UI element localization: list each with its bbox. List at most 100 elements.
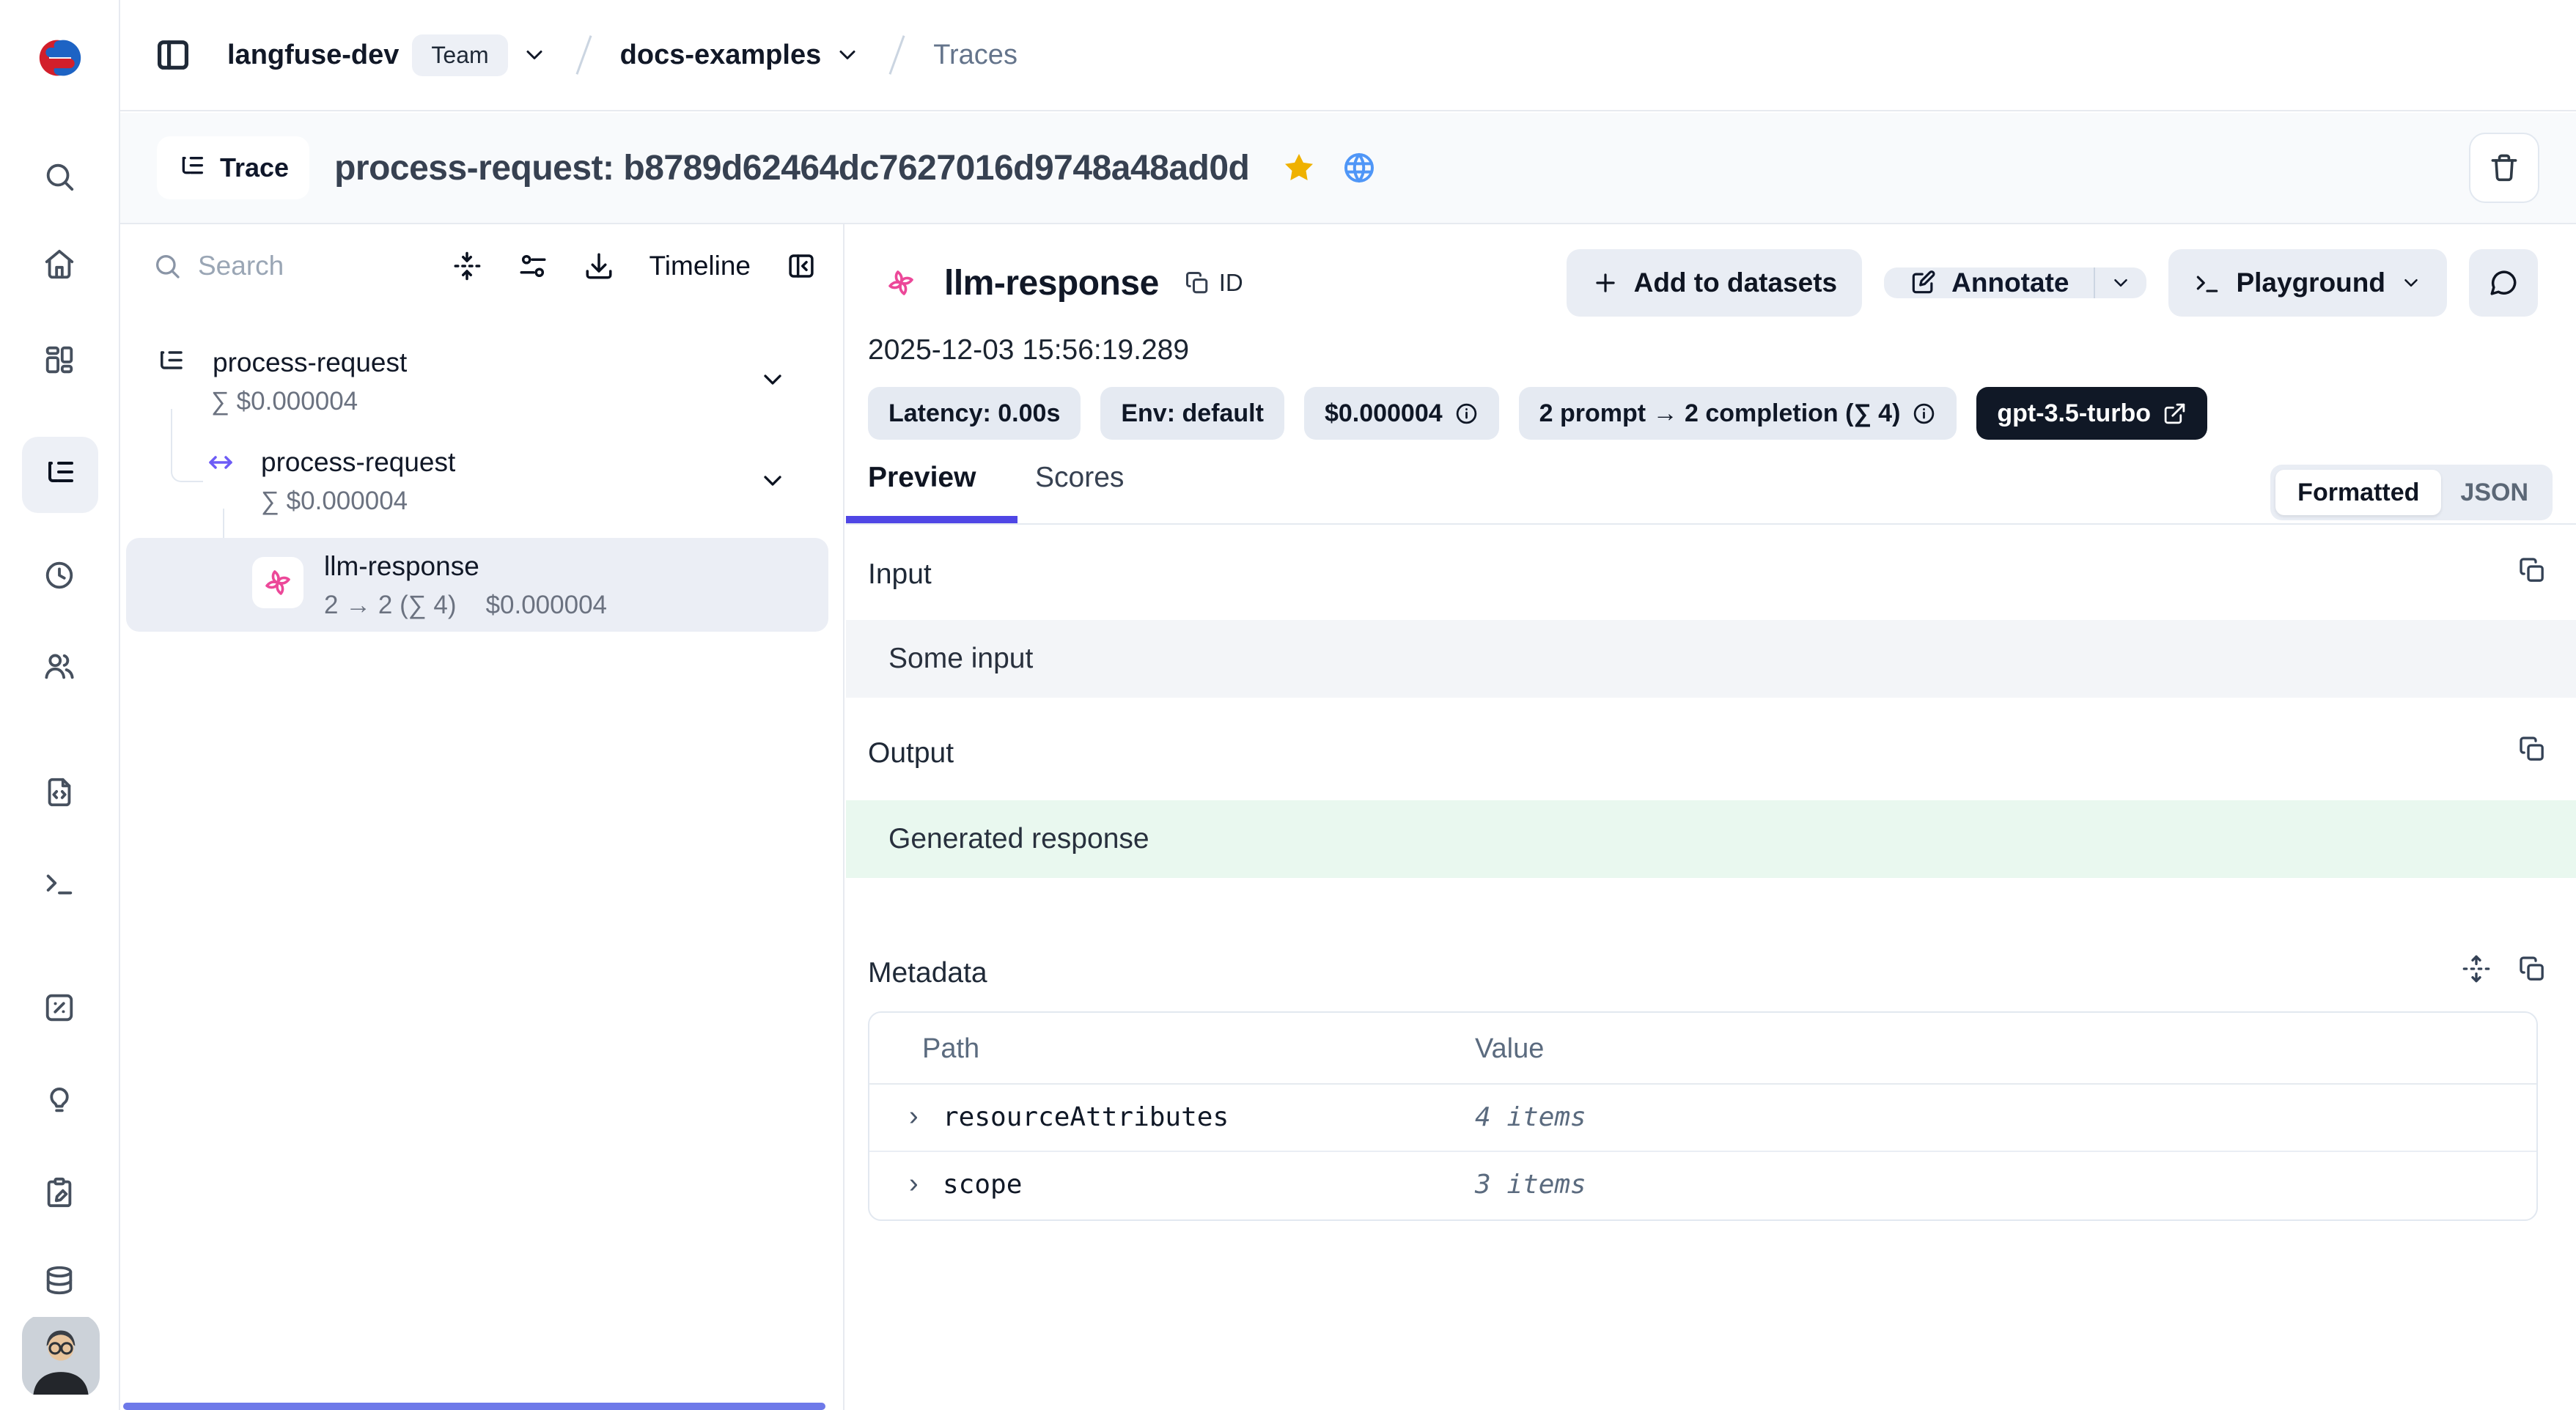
tree-hscrollbar[interactable] bbox=[120, 1403, 843, 1410]
copy-metadata-button[interactable] bbox=[2517, 954, 2547, 983]
tree-settings-icon[interactable] bbox=[518, 251, 548, 281]
copy-input-button[interactable] bbox=[2517, 555, 2547, 585]
annotate-dropdown-chevron[interactable] bbox=[2095, 267, 2146, 298]
copy-output-button[interactable] bbox=[2517, 734, 2547, 764]
output-content: Generated response bbox=[846, 800, 2576, 878]
model-badge[interactable]: gpt-3.5-turbo bbox=[1976, 387, 2207, 440]
user-avatar[interactable] bbox=[22, 1315, 100, 1397]
annotate-button[interactable]: Annotate bbox=[1884, 267, 2094, 298]
chevron-down-icon bbox=[2400, 272, 2422, 294]
metadata-row-resource-attributes[interactable]: › resourceAttributes 4 items bbox=[869, 1085, 2536, 1152]
edit-icon bbox=[1909, 269, 1937, 297]
formatted-option[interactable]: Formatted bbox=[2275, 470, 2441, 515]
tree-search-input[interactable] bbox=[198, 251, 359, 281]
collapse-all-icon[interactable] bbox=[452, 251, 482, 281]
input-content: Some input bbox=[846, 620, 2576, 698]
delete-trace-button[interactable] bbox=[2469, 133, 2539, 203]
breadcrumb: langfuse-dev Team docs-examples Traces bbox=[120, 0, 2576, 111]
breadcrumb-section[interactable]: Traces bbox=[933, 40, 1017, 71]
metadata-row-scope[interactable]: › scope 3 items bbox=[869, 1152, 2536, 1219]
tree-search[interactable] bbox=[152, 251, 359, 281]
observation-timestamp: 2025-12-03 15:56:19.289 bbox=[868, 334, 1189, 366]
comments-button[interactable] bbox=[2469, 249, 2538, 317]
collapse-node-chevron[interactable] bbox=[758, 466, 787, 495]
org-switcher[interactable]: langfuse-dev Team bbox=[214, 34, 548, 76]
download-icon[interactable] bbox=[584, 251, 614, 281]
expand-row-chevron[interactable]: › bbox=[909, 1101, 919, 1132]
terminal-icon bbox=[2193, 269, 2221, 297]
node-cost: ∑ $0.000004 bbox=[261, 487, 455, 516]
annotation-queues-nav-icon[interactable] bbox=[43, 1175, 76, 1209]
public-globe-icon[interactable] bbox=[1342, 150, 1377, 185]
list-tree-icon bbox=[155, 347, 186, 378]
trace-type-badge: Trace bbox=[157, 136, 309, 199]
users-nav-icon[interactable] bbox=[43, 649, 76, 683]
active-tab-indicator bbox=[846, 516, 1017, 523]
metadata-table-header: Path Value bbox=[869, 1013, 2536, 1085]
search-nav-icon[interactable] bbox=[43, 160, 76, 193]
node-usage: 2 → 2 (∑ 4) bbox=[324, 591, 457, 620]
copy-id-button[interactable]: ID bbox=[1184, 269, 1243, 297]
prompts-nav-icon[interactable] bbox=[43, 775, 76, 809]
generation-icon-tile bbox=[252, 557, 303, 608]
left-nav-rail bbox=[0, 0, 120, 1410]
generation-sparkle-icon bbox=[884, 266, 918, 300]
breadcrumb-separator bbox=[575, 35, 592, 75]
insights-nav-icon[interactable] bbox=[43, 1083, 76, 1117]
tab-scores[interactable]: Scores bbox=[1035, 462, 1124, 494]
token-usage-badge[interactable]: 2 prompt → 2 completion (∑ 4) bbox=[1519, 387, 1957, 440]
tree-node-span[interactable]: process-request ∑ $0.000004 bbox=[205, 447, 455, 516]
project-name: docs-examples bbox=[620, 40, 822, 71]
generation-sparkle-icon bbox=[261, 566, 295, 599]
list-tree-icon bbox=[177, 153, 207, 182]
node-cost: ∑ $0.000004 bbox=[211, 387, 407, 416]
tree-node-generation-selected[interactable]: llm-response 2 → 2 (∑ 4) $0.000004 bbox=[126, 538, 828, 632]
external-link-icon bbox=[2163, 402, 2187, 426]
sessions-nav-icon[interactable] bbox=[43, 558, 76, 592]
detail-actions: Add to datasets Annotate Playground bbox=[1567, 249, 2538, 317]
collapse-panel-icon[interactable] bbox=[786, 251, 817, 281]
column-value: Value bbox=[1475, 1033, 1544, 1065]
expand-metadata-button[interactable] bbox=[2462, 954, 2491, 983]
evaluation-nav-icon[interactable] bbox=[43, 991, 76, 1025]
chat-bubble-icon bbox=[2488, 267, 2519, 298]
list-tree-icon bbox=[43, 457, 78, 492]
observation-title: llm-response bbox=[944, 263, 1159, 303]
plus-icon bbox=[1591, 269, 1619, 297]
annotate-split-button: Annotate bbox=[1884, 267, 2146, 298]
trace-title: process-request: b8789d62464dc7627016d97… bbox=[334, 148, 1249, 188]
cost-badge[interactable]: $0.000004 bbox=[1304, 387, 1499, 440]
node-cost: $0.000004 bbox=[486, 591, 607, 620]
sidebar-toggle-icon[interactable] bbox=[154, 36, 192, 74]
metadata-table: Path Value › resourceAttributes 4 items … bbox=[868, 1011, 2538, 1221]
dashboards-nav-icon[interactable] bbox=[43, 343, 76, 377]
home-nav-icon[interactable] bbox=[43, 248, 76, 281]
trace-header-bar: Trace process-request: b8789d62464dc7627… bbox=[120, 113, 2576, 224]
json-option[interactable]: JSON bbox=[2441, 479, 2547, 507]
format-toggle: Formatted JSON bbox=[2270, 465, 2553, 520]
chevron-down-icon bbox=[834, 42, 861, 68]
org-plan-badge: Team bbox=[412, 34, 507, 76]
info-icon bbox=[1912, 402, 1936, 426]
tree-connector bbox=[171, 409, 203, 482]
chevron-down-icon bbox=[521, 42, 548, 68]
info-icon bbox=[1454, 402, 1479, 426]
project-switcher[interactable]: docs-examples bbox=[620, 40, 861, 71]
metric-badges-row: Latency: 0.00s Env: default $0.000004 2 … bbox=[868, 387, 2207, 440]
tracing-nav-active[interactable] bbox=[22, 437, 98, 513]
add-to-datasets-button[interactable]: Add to datasets bbox=[1567, 249, 1863, 317]
org-logo-icon[interactable] bbox=[27, 25, 93, 91]
scrollbar-thumb[interactable] bbox=[123, 1403, 825, 1410]
tab-preview[interactable]: Preview bbox=[868, 462, 976, 494]
favorite-star-icon[interactable] bbox=[1281, 150, 1317, 185]
datasets-nav-icon[interactable] bbox=[43, 1263, 76, 1297]
expand-row-chevron[interactable]: › bbox=[909, 1168, 919, 1200]
timeline-toggle[interactable]: Timeline bbox=[649, 251, 751, 281]
metadata-heading: Metadata bbox=[868, 957, 987, 989]
playground-button[interactable]: Playground bbox=[2168, 249, 2447, 317]
tree-node-root[interactable]: process-request ∑ $0.000004 bbox=[155, 347, 407, 416]
collapse-node-chevron[interactable] bbox=[758, 365, 787, 394]
copy-icon bbox=[1184, 270, 1210, 296]
playground-nav-icon[interactable] bbox=[43, 866, 76, 900]
tabs-divider bbox=[846, 523, 2576, 525]
